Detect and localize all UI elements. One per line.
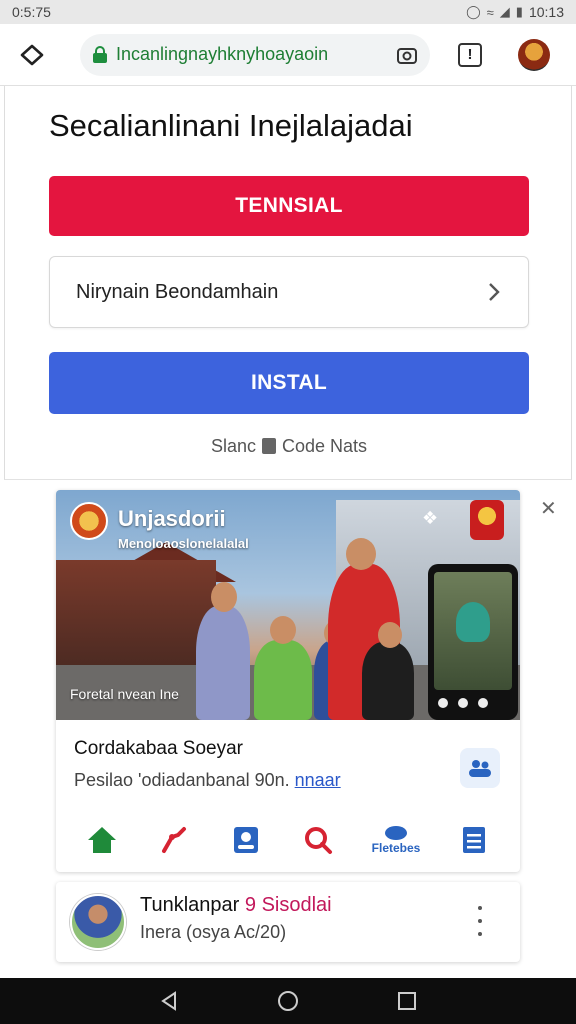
status-time: 0:5:75 xyxy=(12,4,51,20)
ad-overlay-footer: Foretal nvean Ine xyxy=(70,686,179,702)
ad-description-text: Pesilao 'odiadanbanal 90n. xyxy=(74,770,290,790)
ad-emblem-icon xyxy=(70,502,108,540)
sub-caption-a: Slanc xyxy=(210,436,256,456)
option-selector[interactable]: Nirynain Beondamhain xyxy=(49,256,529,328)
nav-recents-button[interactable] xyxy=(393,987,421,1015)
ad-feedback-label: Fletebes xyxy=(371,841,421,855)
url-text: Incanlingnayhknyhoayaoin xyxy=(116,44,329,64)
page-content: Secalianlinani Inejlalajadai TENNSIAL Ni… xyxy=(0,86,576,978)
exclamation-icon: ! xyxy=(467,46,473,63)
ad-contact-button[interactable] xyxy=(226,822,266,858)
ad-person-head xyxy=(211,582,237,612)
browser-toolbar: Incanlingnayhknyhoayaoin ! xyxy=(0,24,576,86)
ad-phone-screen xyxy=(434,572,512,690)
page-title: Secalianlinani Inejlalajadai xyxy=(49,108,413,143)
profile-avatar[interactable] xyxy=(70,894,126,950)
address-bar[interactable]: Incanlingnayhknyhoayaoin xyxy=(80,33,430,76)
ad-description-link[interactable]: nnaar xyxy=(295,770,341,790)
ad-building-left xyxy=(56,560,216,670)
sub-caption-b[interactable]: Code Nats xyxy=(282,436,367,456)
ad-person-head xyxy=(270,616,296,644)
list-icon xyxy=(463,827,485,853)
ad-person xyxy=(196,606,250,720)
pin-icon: ❖ xyxy=(422,508,439,528)
profile-name-text: Tunklanpar xyxy=(140,894,240,916)
nav-back-button[interactable] xyxy=(155,987,183,1015)
account-avatar[interactable] xyxy=(518,38,550,71)
profile-card[interactable]: Tunklanpar 9 Sisodlai Inera (osya Ac/20) xyxy=(56,882,520,962)
sub-caption: Slanc Code Nats xyxy=(5,436,573,457)
ad-badge[interactable] xyxy=(460,748,500,788)
contact-card-icon xyxy=(234,827,258,853)
lock-code-icon xyxy=(261,438,276,454)
ad-phone-controls xyxy=(438,698,488,708)
close-ad-button[interactable]: ✕ xyxy=(540,496,557,521)
ad-phone xyxy=(428,564,518,720)
ad-share-button[interactable] xyxy=(154,822,194,858)
back-icon xyxy=(161,991,177,1011)
circle-home-icon xyxy=(277,991,298,1011)
system-nav-bar xyxy=(0,978,576,1024)
ad-emblem-right-icon xyxy=(470,500,504,540)
battery-icon: ▮ xyxy=(515,4,523,19)
users-icon xyxy=(469,760,491,777)
search-icon xyxy=(305,827,332,854)
home-button[interactable] xyxy=(14,37,50,73)
ad-overlay-title: Unjasdorii xyxy=(118,506,226,531)
home-icon xyxy=(20,44,44,65)
chevron-right-icon xyxy=(489,283,500,301)
more-options-button[interactable] xyxy=(476,906,484,936)
tabs-button[interactable]: ! xyxy=(458,42,482,67)
ad-card[interactable]: ❖ Unjasdorii Menoloaoslonelalalal Foreta… xyxy=(56,490,520,872)
profile-name: Tunklanpar 9 Sisodlai xyxy=(140,894,332,917)
ad-overlay-subtitle: Menoloaoslonelalalal xyxy=(118,536,249,551)
ad-feedback-button[interactable]: Fletebes xyxy=(370,822,422,858)
install-card: Secalianlinani Inejlalajadai TENNSIAL Ni… xyxy=(4,86,572,480)
signal-icon: ◢ xyxy=(499,4,510,19)
ad-icon-row: Fletebes xyxy=(56,822,520,858)
profile-tag[interactable]: 9 Sisodlai xyxy=(245,894,332,916)
recents-icon xyxy=(397,992,416,1010)
home-icon xyxy=(88,827,116,853)
lock-icon xyxy=(92,45,108,64)
ad-person-head xyxy=(346,538,376,570)
status-clock: 10:13 xyxy=(528,4,564,20)
share-icon xyxy=(162,827,186,853)
ad-list-button[interactable] xyxy=(454,822,494,858)
chat-bubble-icon xyxy=(385,826,407,840)
ad-person xyxy=(362,642,414,720)
status-bar: 0:5:75 ◯ ≈ ◢ ▮ 10:13 xyxy=(0,0,576,24)
install-button[interactable]: INSTAL xyxy=(49,352,529,414)
option-selector-label: Nirynain Beondamhain xyxy=(76,280,279,303)
profile-meta: Inera (osya Ac/20) xyxy=(140,922,287,942)
ad-headline[interactable]: Cordakabaa Soeyar xyxy=(74,738,243,760)
ad-phone-person xyxy=(456,602,490,642)
ad-home-button[interactable] xyxy=(82,822,122,858)
nav-home-button[interactable] xyxy=(274,987,302,1015)
ad-person-head xyxy=(378,622,402,648)
ad-search-button[interactable] xyxy=(298,822,338,858)
wifi-icon: ≈ xyxy=(486,4,494,20)
ad-person xyxy=(254,640,312,720)
camera-icon[interactable] xyxy=(396,44,418,66)
alarm-icon: ◯ xyxy=(466,4,481,19)
primary-button[interactable]: TENNSIAL xyxy=(49,176,529,236)
status-icons: ◯ ≈ ◢ ▮ 10:13 xyxy=(466,4,564,20)
ad-image[interactable]: ❖ Unjasdorii Menoloaoslonelalalal Foreta… xyxy=(56,490,520,720)
ad-description: Pesilao 'odiadanbanal 90n. nnaar xyxy=(74,770,341,791)
